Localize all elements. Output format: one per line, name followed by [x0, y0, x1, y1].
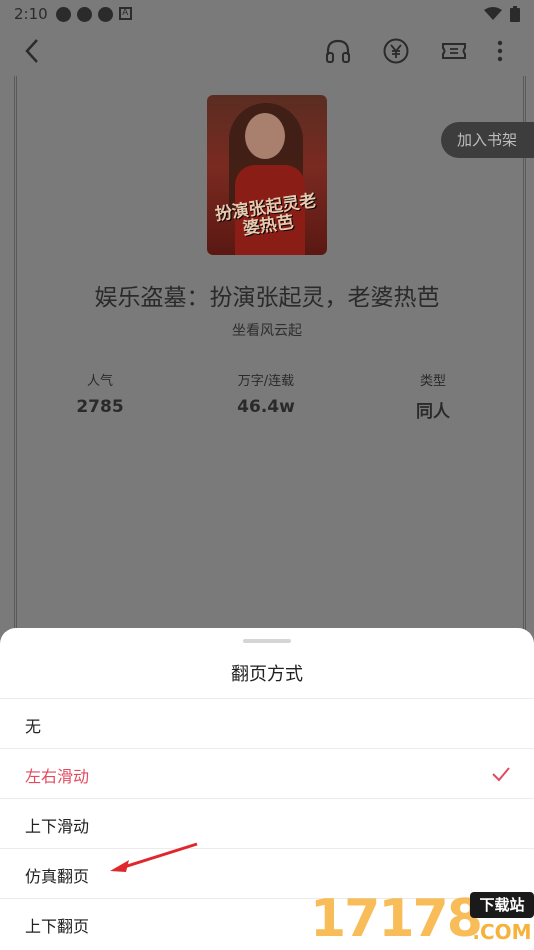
more-icon[interactable] — [490, 37, 510, 65]
watermark-suffix: .COM — [472, 920, 532, 944]
book-title: 娱乐盗墓：扮演张起灵，老婆热芭 — [94, 285, 440, 311]
stat-label: 万字/连载 — [237, 374, 295, 389]
top-bar — [0, 28, 534, 76]
a-icon: A — [118, 6, 132, 20]
back-icon[interactable] — [18, 36, 48, 66]
book-cover[interactable]: 扮演张起灵老婆热芭 — [207, 95, 327, 255]
option-label: 仿真翻页 — [25, 867, 90, 886]
option-label: 无 — [25, 717, 42, 736]
status-right — [484, 6, 520, 22]
cover-title: 扮演张起灵老婆热芭 — [213, 191, 318, 240]
option-horizontal-swipe[interactable]: 左右滑动 — [0, 748, 534, 798]
stat-value: 46.4w — [237, 397, 295, 417]
watermark-logo: 17178 下载站 .COM — [310, 888, 534, 950]
option-label: 左右滑动 — [25, 767, 90, 786]
option-none[interactable]: 无 — [0, 698, 534, 748]
watermark-number: 17178 — [310, 889, 483, 949]
stat-popularity: 人气 2785 — [40, 370, 160, 417]
status-bar: 2:10 A — [0, 0, 534, 28]
sheet-drag-handle[interactable] — [243, 639, 291, 643]
option-vertical-swipe[interactable]: 上下滑动 — [0, 798, 534, 848]
status-left: 2:10 A — [14, 5, 132, 23]
stat-value: 同人 — [416, 402, 450, 422]
ticket-icon[interactable] — [440, 37, 468, 65]
option-label: 上下翻页 — [25, 917, 90, 936]
wifi-icon — [484, 7, 502, 20]
cover-art-face — [245, 113, 285, 159]
stat-label: 类型 — [419, 374, 446, 389]
stat-word-count: 万字/连载 46.4w — [206, 370, 326, 417]
sheet-title: 翻页方式 — [231, 664, 303, 685]
add-to-shelf-button[interactable]: 加入书架 — [441, 122, 534, 158]
stat-label: 人气 — [86, 374, 113, 389]
settings-icon — [55, 6, 71, 22]
settings-icon — [76, 6, 92, 22]
stat-value: 2785 — [76, 397, 124, 417]
stat-genre: 类型 同人 — [373, 370, 493, 422]
check-icon — [492, 767, 510, 782]
yuan-icon[interactable] — [382, 37, 410, 65]
notification-icons: A — [55, 6, 132, 22]
book-author[interactable]: 坐看风云起 — [0, 320, 534, 340]
watermark-tag: 下载站 — [470, 892, 534, 918]
settings-icon — [97, 6, 113, 22]
headphones-icon[interactable] — [324, 37, 352, 65]
option-label: 上下滑动 — [25, 817, 90, 836]
battery-icon — [510, 6, 520, 22]
status-time: 2:10 — [14, 5, 48, 23]
annotation-arrow-icon — [110, 842, 198, 872]
